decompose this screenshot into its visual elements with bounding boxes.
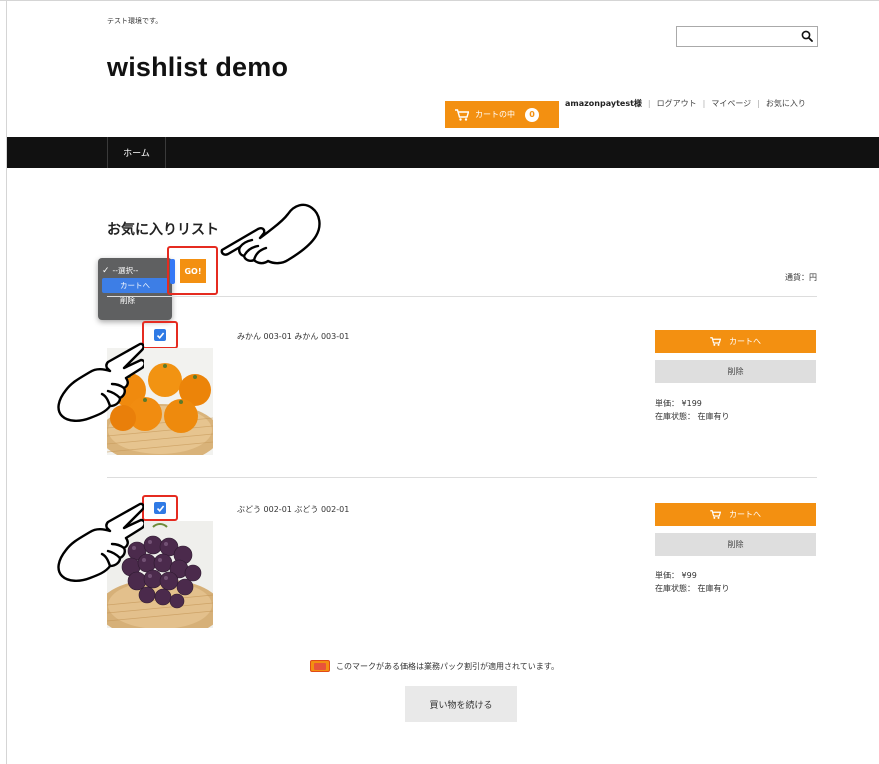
dropdown-option-label: --選択-- (112, 266, 139, 275)
pack-discount-note: このマークがある価格は業務パック割引が適用されています。 (310, 660, 559, 672)
add-to-cart-label: カートへ (729, 510, 761, 519)
delete-button[interactable]: 削除 (655, 360, 816, 383)
page-title: お気に入りリスト (107, 222, 219, 238)
window-left-border (6, 0, 7, 764)
nav-separator: | (702, 99, 706, 108)
unit-price: 単価： ¥99 (655, 571, 697, 580)
price-info: 単価： ¥199 在庫状態： 在庫有り (655, 397, 730, 423)
nav-item-home[interactable]: ホーム (107, 137, 166, 168)
item-checkbox[interactable] (154, 502, 166, 514)
cart-count-badge: 0 (525, 107, 539, 122)
price-info: 単価： ¥99 在庫状態： 在庫有り (655, 569, 730, 595)
product-name[interactable]: みかん 003-01 みかん 003-01 (237, 331, 349, 342)
item-checkbox[interactable] (154, 329, 166, 341)
checkmark-icon: ✓ (102, 265, 110, 276)
cart-icon (455, 108, 469, 121)
annotation-box-go (167, 246, 218, 295)
nav-separator: | (757, 99, 760, 108)
divider (107, 296, 817, 297)
pointing-hand-icon (57, 502, 144, 582)
bulk-action-dropdown[interactable]: ✓ --選択-- カートへ 削除 (98, 258, 172, 320)
user-honorific: 様 (633, 99, 642, 108)
cart-icon (710, 337, 721, 346)
check-icon (156, 331, 164, 339)
stock-status: 在庫状態： 在庫有り (655, 412, 730, 421)
main-navbar: ホーム (7, 137, 879, 168)
cart-label: カートの中 (475, 110, 515, 119)
stock-status: 在庫状態： 在庫有り (655, 584, 730, 593)
site-tagline: テスト環境です。 (107, 17, 163, 25)
unit-price: 単価： ¥199 (655, 399, 702, 408)
window-top-border (0, 0, 879, 1)
search-field[interactable] (676, 26, 818, 49)
logout-link[interactable]: ログアウト (657, 98, 697, 109)
continue-shopping-button[interactable]: 買い物を続ける (405, 686, 517, 722)
pack-note-text: このマークがある価格は業務パック割引が適用されています。 (336, 661, 559, 671)
divider (107, 477, 817, 478)
pack-discount-icon (310, 660, 330, 672)
check-icon (156, 504, 164, 512)
cart-icon (710, 510, 721, 519)
user-nav: amazonpaytest 様 | ログアウト | マイページ | お気に入り (565, 98, 806, 109)
mypage-link[interactable]: マイページ (711, 98, 751, 109)
site-title[interactable]: wishlist demo (107, 52, 288, 83)
nav-separator: | (647, 99, 651, 108)
add-to-cart-button[interactable]: カートへ (655, 330, 816, 353)
delete-button[interactable]: 削除 (655, 533, 816, 556)
pointing-hand-icon (57, 342, 144, 422)
add-to-cart-button[interactable]: カートへ (655, 503, 816, 526)
header-cart-button[interactable]: カートの中 0 (445, 101, 559, 128)
pointing-hand-icon (220, 203, 321, 265)
add-to-cart-label: カートへ (729, 337, 761, 346)
search-input[interactable] (677, 30, 795, 49)
product-name[interactable]: ぶどう 002-01 ぶどう 002-01 (237, 504, 349, 515)
currency-label: 通貨：円 (785, 273, 817, 282)
user-name: amazonpaytest (565, 99, 634, 108)
dropdown-option-cart[interactable]: カートへ (102, 278, 168, 293)
favorites-link[interactable]: お気に入り (766, 98, 806, 109)
search-icon[interactable] (801, 30, 813, 42)
dropdown-option-select[interactable]: ✓ --選択-- (102, 263, 168, 278)
